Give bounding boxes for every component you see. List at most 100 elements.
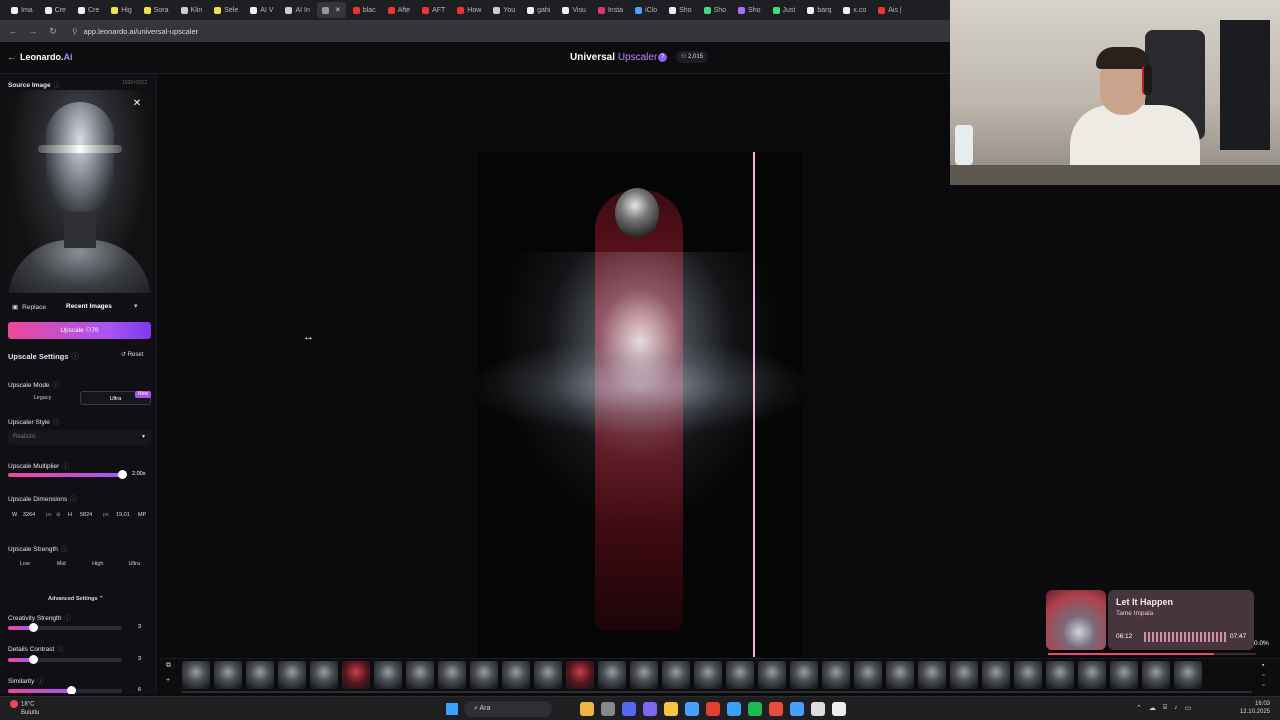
mode-option-legacy[interactable]: Legacy [8, 391, 77, 405]
taskbar-app-icon[interactable] [664, 702, 678, 716]
info-icon[interactable]: ⓘ [71, 352, 79, 361]
info-icon[interactable]: ⓘ [37, 678, 44, 685]
browser-tab[interactable]: ✕ [316, 2, 346, 18]
multiplier-slider[interactable] [8, 470, 127, 479]
thumbnail-item[interactable] [1046, 661, 1074, 689]
url-text[interactable]: app.leonardo.ai/universal-upscaler [84, 27, 199, 36]
add-icon[interactable]: + [166, 677, 170, 684]
taskbar-app-icon[interactable] [622, 702, 636, 716]
browser-tab[interactable]: AI In [280, 2, 314, 18]
browser-tab[interactable]: Afte [383, 2, 415, 18]
browser-tab[interactable]: AI V [245, 2, 278, 18]
upscale-button[interactable]: Upscale ⚇76 [8, 322, 151, 339]
network-icon[interactable]: ⌸ [1163, 704, 1167, 712]
thumbnail-item[interactable] [758, 661, 786, 689]
taskbar-app-icon[interactable] [790, 702, 804, 716]
browser-tab[interactable]: blac [348, 2, 381, 18]
similarity-slider[interactable] [8, 686, 122, 694]
browser-tab[interactable]: Ais | [873, 2, 907, 18]
info-icon[interactable]: ⓘ [61, 546, 68, 553]
thumbnail-item[interactable] [918, 661, 946, 689]
thumbnail-item[interactable] [694, 661, 722, 689]
help-icon[interactable]: ? [658, 53, 667, 62]
thumbnail-item[interactable] [1142, 661, 1170, 689]
strength-option-low[interactable]: Low [8, 557, 42, 571]
browser-tab[interactable]: iClo [630, 2, 662, 18]
strip-scrollbar[interactable] [182, 691, 1252, 693]
height-input[interactable]: 5824 [80, 512, 92, 518]
taskbar-app-icon[interactable] [601, 702, 615, 716]
slider-knob[interactable] [118, 470, 127, 479]
gallery-icon[interactable]: ⧉ [166, 662, 171, 670]
slider-knob[interactable] [66, 686, 76, 694]
thumbnail-item[interactable] [854, 661, 882, 689]
browser-tab[interactable]: Klin [176, 2, 208, 18]
volume-icon[interactable]: ♪ [1174, 704, 1178, 712]
back-icon[interactable]: ← [7, 52, 16, 62]
thumbnail-item[interactable] [950, 661, 978, 689]
taskbar-app-icon[interactable] [580, 702, 594, 716]
thumbnail-item[interactable] [342, 661, 370, 689]
thumbnail-item[interactable] [726, 661, 754, 689]
thumbnail-item[interactable] [438, 661, 466, 689]
recent-images-dropdown[interactable]: Recent Images [66, 303, 112, 310]
info-icon[interactable]: ⓘ [70, 496, 77, 503]
taskbar-app-icon[interactable] [811, 702, 825, 716]
taskbar-app-icon[interactable] [748, 702, 762, 716]
browser-tab[interactable]: You [488, 2, 520, 18]
thumbnail-item[interactable] [790, 661, 818, 689]
advanced-settings-toggle[interactable]: Advanced Settings ⌃ [48, 596, 104, 602]
browser-tab[interactable]: Sele [209, 2, 243, 18]
back-arrow-icon[interactable]: ← [8, 26, 18, 36]
link-icon[interactable]: ⊖ [56, 512, 61, 518]
tool-icon[interactable]: ▫ [1262, 681, 1272, 691]
url-field[interactable]: ⚲ app.leonardo.ai/universal-upscaler [72, 27, 198, 36]
thumbnail-item[interactable] [502, 661, 530, 689]
browser-tab[interactable]: gahi [522, 2, 555, 18]
contrast-slider[interactable] [8, 655, 122, 664]
browser-tab[interactable]: Sho [733, 2, 765, 18]
strength-option-mid[interactable]: Mid [45, 557, 79, 571]
reset-button[interactable]: ↺ Reset [121, 351, 143, 358]
thumbnail-item[interactable] [278, 661, 306, 689]
browser-tab[interactable]: Sora [139, 2, 174, 18]
taskbar-app-icon[interactable] [685, 702, 699, 716]
thumbnail-item[interactable] [534, 661, 562, 689]
thumbnail-item[interactable] [822, 661, 850, 689]
battery-icon[interactable]: ▭ [1185, 704, 1192, 712]
thumbnail-item[interactable] [310, 661, 338, 689]
thumbnail-item[interactable] [662, 661, 690, 689]
reload-icon[interactable]: ↻ [48, 26, 58, 37]
taskbar-clock[interactable]: 16:03 12.10.2025 [1222, 700, 1270, 716]
chevron-down-icon[interactable]: ▾ [134, 302, 138, 310]
strength-option-high[interactable]: High [81, 557, 115, 571]
browser-tab[interactable]: Sho [664, 2, 696, 18]
info-icon[interactable]: ⓘ [54, 82, 61, 89]
info-icon[interactable]: ⓘ [64, 615, 71, 622]
thumbnail-item[interactable] [470, 661, 498, 689]
remove-image-close-icon[interactable]: ✕ [130, 97, 144, 111]
replace-button[interactable]: ▣ Replace [12, 303, 46, 312]
thumbnail-item[interactable] [1110, 661, 1138, 689]
info-icon[interactable]: ⓘ [53, 419, 60, 426]
site-info-icon[interactable]: ⚲ [72, 27, 78, 36]
browser-tab[interactable]: x.co [838, 2, 871, 18]
cloud-icon[interactable]: ☁ [1149, 704, 1156, 712]
forward-arrow-icon[interactable]: → [28, 26, 38, 36]
leonardo-logo[interactable]: Leonardo.Ai [20, 52, 73, 62]
taskbar-app-icon[interactable] [832, 702, 846, 716]
taskbar-app-icon[interactable] [643, 702, 657, 716]
upscaler-style-select[interactable]: Realistic ▾ [8, 430, 151, 445]
thumbnail-item[interactable] [886, 661, 914, 689]
info-icon[interactable]: ⓘ [57, 646, 64, 653]
thumbnail-item[interactable] [246, 661, 274, 689]
taskbar-app-icon[interactable] [727, 702, 741, 716]
browser-tab[interactable]: Ima [6, 2, 38, 18]
thumbnail-item[interactable] [1174, 661, 1202, 689]
browser-tab[interactable]: Hig [106, 2, 137, 18]
thumbnail-item[interactable] [598, 661, 626, 689]
weather-widget[interactable]: 18°C Bulutlu [10, 700, 39, 717]
tool-icon[interactable]: ▫ [1262, 671, 1272, 681]
tool-icon[interactable]: ▪ [1262, 661, 1272, 671]
width-input[interactable]: 3264 [23, 512, 35, 518]
